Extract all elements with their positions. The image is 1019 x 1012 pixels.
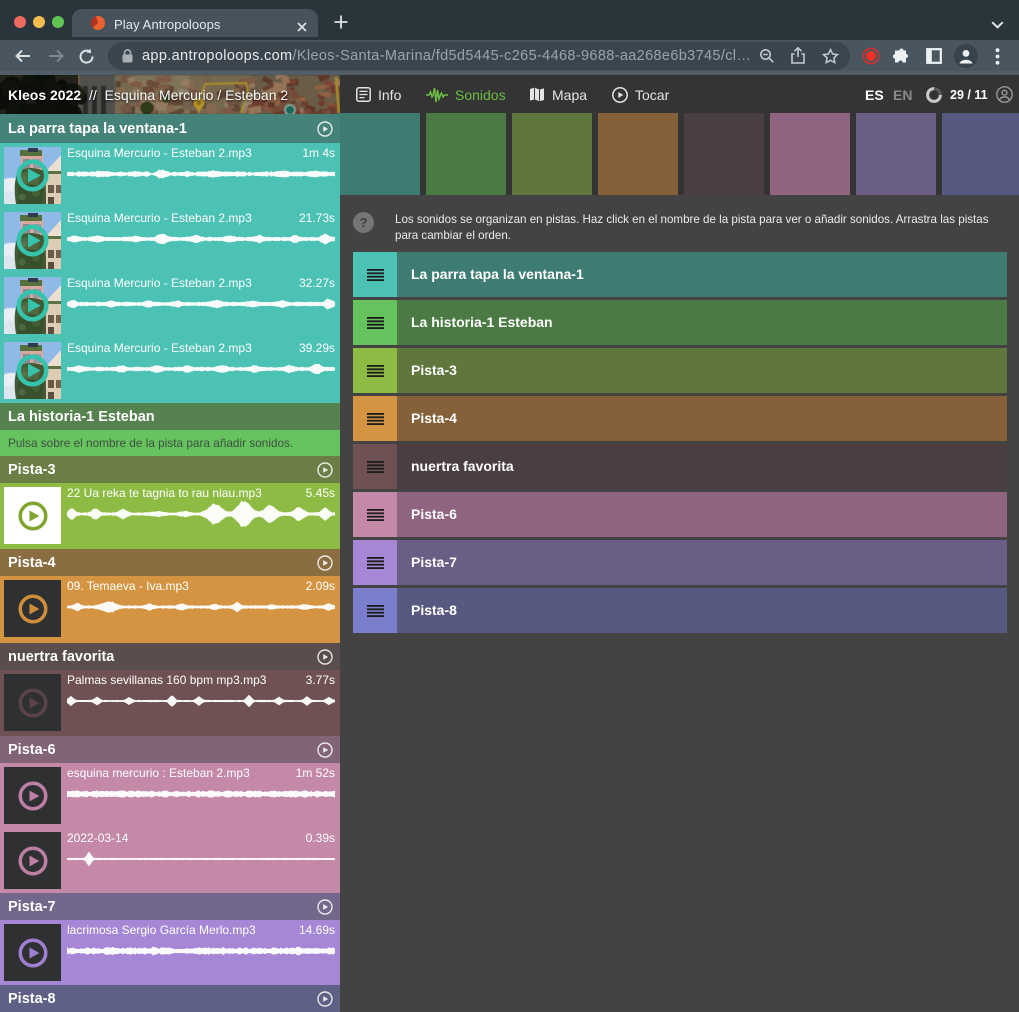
svg-text:?: ? [360,215,368,230]
